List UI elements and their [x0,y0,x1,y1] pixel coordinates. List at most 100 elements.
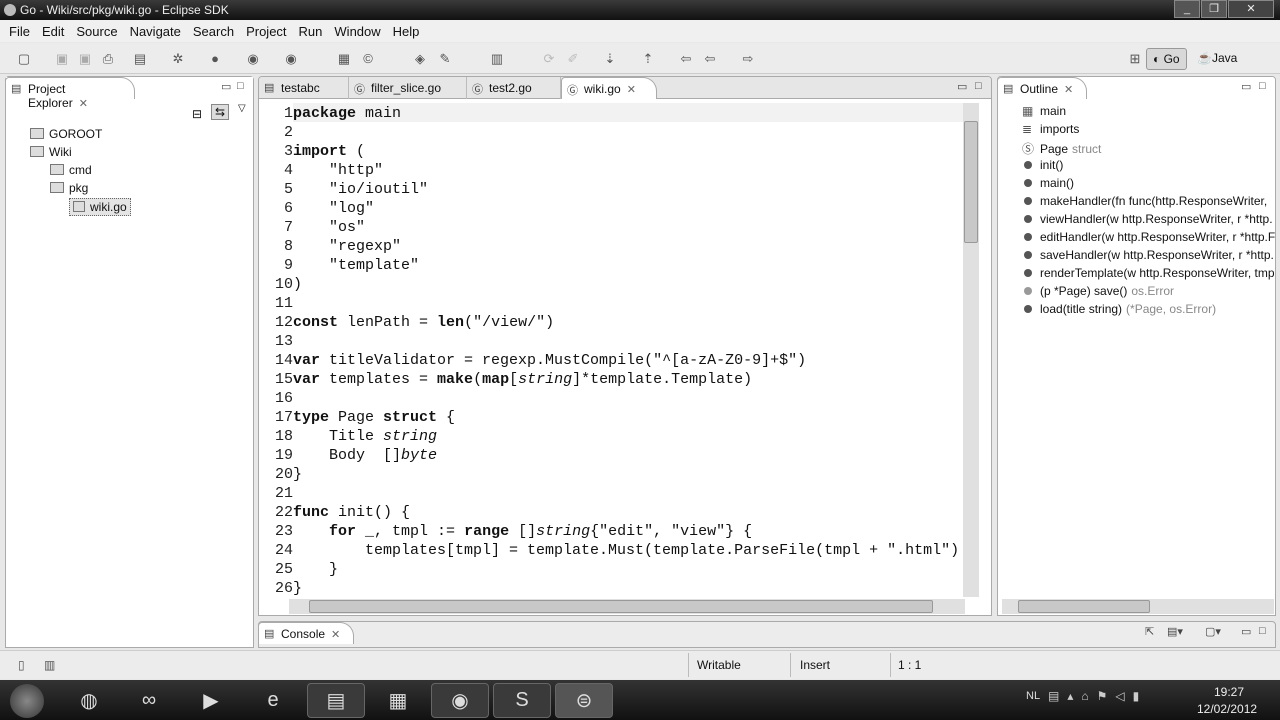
code-line[interactable]: 23 for _, tmpl := range []string{"edit",… [259,522,959,541]
code-line[interactable]: 7 "os" [259,218,959,237]
run-tools-icon[interactable]: ◉ [245,51,261,67]
tab-outline[interactable]: ▤ Outline ✕ [998,77,1087,99]
close-icon[interactable]: ✕ [1064,84,1073,96]
forward-icon[interactable]: ⇨ [740,51,756,67]
code-line[interactable]: 25 } [259,560,959,579]
close-icon[interactable]: ✕ [331,629,340,641]
taskbar-app-sphere[interactable]: ◍ [60,683,118,718]
pin-console-icon[interactable]: ⇱ [1145,625,1154,638]
java-perspective-button[interactable]: ☕Java [1197,51,1237,65]
code-line[interactable]: 3import ( [259,142,959,161]
code-line[interactable]: 22func init() { [259,503,959,522]
menu-navigate[interactable]: Navigate [124,20,187,42]
outline-item[interactable]: viewHandler(w http.ResponseWriter, r *ht… [1022,212,1273,226]
menu-search[interactable]: Search [187,20,240,42]
maximize-icon[interactable]: □ [975,80,982,92]
taskbar-skype[interactable]: S [493,683,551,718]
clock-time[interactable]: 19:27 [1214,685,1244,699]
code-line[interactable]: 1package main [259,104,959,123]
taskbar-eclipse[interactable]: ⊜ [555,683,613,718]
search-icon[interactable]: ✎ [437,51,453,67]
code-line[interactable]: 2 [259,123,959,142]
taskbar-explorer[interactable]: ▤ [307,683,365,718]
minimize-button[interactable]: _ [1174,0,1200,18]
print-icon[interactable]: ⎙ [100,51,116,67]
code-line[interactable]: 15var templates = make(map[string]*templ… [259,370,959,389]
menu-project[interactable]: Project [240,20,292,42]
tab-wiki-go[interactable]: Ⓖwiki.go ✕ [561,77,657,99]
outline-item[interactable]: ▦ main [1022,104,1066,118]
menu-file[interactable]: File [3,20,36,42]
menu-source[interactable]: Source [70,20,123,42]
outline-item[interactable]: editHandler(w http.ResponseWriter, r *ht… [1022,230,1275,244]
code-line[interactable]: 16 [259,389,959,408]
collapse-all-icon[interactable]: ⊟ [192,107,202,121]
outline-item[interactable]: ≣ imports [1022,122,1079,136]
toggle-icon[interactable]: ▥ [489,51,505,67]
sync-icon[interactable]: ⟳ [541,51,557,67]
maximize-button[interactable]: ❐ [1201,0,1227,18]
tab-testabc[interactable]: ▤ testabc [259,77,349,99]
back-icon[interactable]: ⇦ [702,51,718,67]
code-line[interactable]: 6 "log" [259,199,959,218]
code-line[interactable]: 10) [259,275,959,294]
tree-item-cmd[interactable]: cmd [50,163,92,177]
code-line[interactable]: 19 Body []byte [259,446,959,465]
tree-item-pkg[interactable]: pkg [50,181,88,195]
taskbar-internet-explorer[interactable]: e [244,683,302,718]
taskbar-calculator[interactable]: ▦ [369,683,427,718]
display-console-icon[interactable]: ▤▾ [1167,625,1183,638]
code-line[interactable]: 11 [259,294,959,313]
menu-edit[interactable]: Edit [36,20,70,42]
maximize-icon[interactable]: □ [1259,80,1266,92]
outline-item[interactable]: main() [1022,176,1074,190]
toggle-icon[interactable]: ▥ [44,658,55,672]
horizontal-scrollbar[interactable] [1002,599,1274,614]
code-line[interactable]: 5 "io/ioutil" [259,180,959,199]
menu-help[interactable]: Help [387,20,426,42]
tree-item-wiki-go[interactable]: wiki.go [69,198,131,216]
vertical-scrollbar[interactable] [963,103,979,597]
prev-annotation-icon[interactable]: ⇡ [640,51,656,67]
taskbar-firefox[interactable]: ◉ [431,683,489,718]
code-line[interactable]: 24 templates[tmpl] = template.Must(templ… [259,541,959,560]
tab-project-explorer[interactable]: ▤ Project Explorer ✕ [5,77,135,110]
scroll-thumb[interactable] [1018,600,1150,613]
tray-icons[interactable]: ▤▴⌂⚑◁▮ [1048,689,1147,703]
binary-icon[interactable]: ▤ [132,51,148,67]
outline-item[interactable]: renderTemplate(w http.ResponseWriter, tm… [1022,266,1275,280]
outline-item[interactable]: init() [1022,158,1063,172]
tab-test2[interactable]: Ⓖtest2.go [467,77,561,99]
code-line[interactable]: 9 "template" [259,256,959,275]
annotation-icon[interactable]: ✐ [565,51,581,67]
horizontal-scrollbar[interactable] [289,599,965,614]
code-line[interactable]: 13 [259,332,959,351]
close-icon[interactable]: ✕ [79,98,88,110]
scroll-thumb[interactable] [964,121,978,243]
tree-item-wiki[interactable]: Wiki [30,145,72,159]
code-line[interactable]: 20} [259,465,959,484]
view-menu-icon[interactable]: ▽ [238,103,246,114]
tree-item-goroot[interactable]: GOROOT [30,127,102,141]
code-line[interactable]: 4 "http" [259,161,959,180]
go-perspective-button[interactable]: ◐ Go [1146,48,1187,70]
code-line[interactable]: 21 [259,484,959,503]
minimize-icon[interactable]: ▭ [221,80,231,93]
minimize-icon[interactable]: ▭ [1241,625,1251,638]
outline-item[interactable]: makeHandler(fn func(http.ResponseWriter, [1022,194,1267,208]
run-icon[interactable]: ● [207,51,223,67]
next-annotation-icon[interactable]: ⇣ [602,51,618,67]
open-type-icon[interactable]: ◈ [412,51,428,67]
tab-console[interactable]: ▤ Console ✕ [258,622,354,644]
taskbar-app-infinity[interactable]: ∞ [120,683,178,718]
new-icon[interactable]: ▢ [16,51,32,67]
open-console-icon[interactable]: ▢▾ [1205,625,1221,638]
outline-item[interactable]: load(title string) (*Page, os.Error) [1022,302,1216,316]
fast-view-icon[interactable]: ▯ [18,658,25,672]
tab-filter-slice[interactable]: Ⓖfilter_slice.go [349,77,467,99]
code-line[interactable]: 18 Title string [259,427,959,446]
close-button[interactable]: ✕ [1228,0,1274,18]
last-edit-icon[interactable]: ⇦ [678,51,694,67]
code-line[interactable]: 8 "regexp" [259,237,959,256]
menu-window[interactable]: Window [328,20,386,42]
